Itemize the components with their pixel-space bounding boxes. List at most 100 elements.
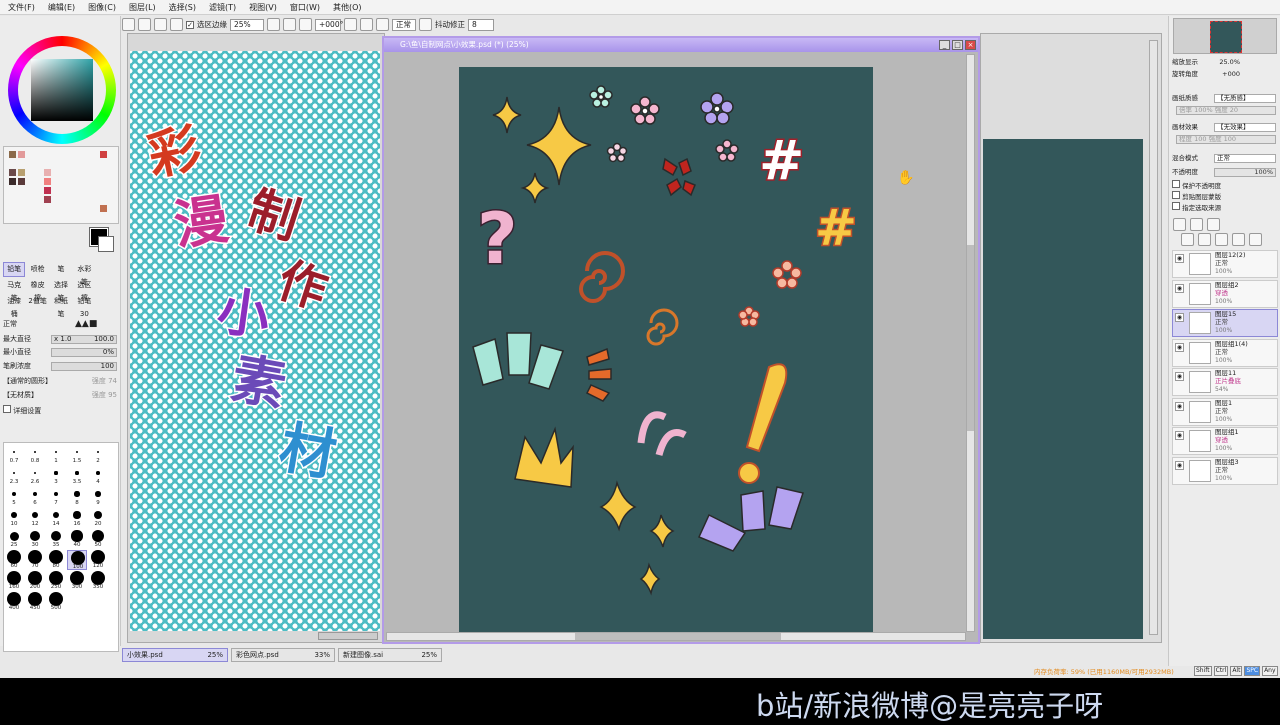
protect-opacity-checkbox[interactable]: [1172, 180, 1180, 188]
density-slider[interactable]: 100: [51, 362, 117, 371]
brush-size-8[interactable]: 8: [67, 487, 87, 507]
horizontal-scrollbar-main[interactable]: [386, 632, 966, 641]
brush-size-120[interactable]: 120: [88, 550, 108, 570]
menu-item-6[interactable]: 视图(V): [249, 2, 277, 13]
brush-tool-5[interactable]: 马克笔: [3, 278, 25, 302]
layer-opacity-slider[interactable]: 100%: [1214, 168, 1276, 177]
eye-icon[interactable]: ◉: [1175, 372, 1184, 381]
clipping-mask-checkbox[interactable]: [1172, 191, 1180, 199]
document-window-color-dots[interactable]: 彩 漫 制 作 小 素 材: [127, 33, 385, 643]
brush-size-70[interactable]: 70: [25, 550, 45, 570]
menu-item-4[interactable]: 选择(S): [169, 2, 196, 13]
brush-size-12[interactable]: 12: [25, 508, 45, 528]
vertical-scrollbar-main[interactable]: [966, 54, 975, 632]
navigator-zoom-value[interactable]: 25.0%: [1214, 57, 1240, 68]
brush-size-10[interactable]: 10: [4, 508, 24, 528]
eye-icon[interactable]: ◉: [1175, 254, 1184, 263]
brush-size-40[interactable]: 40: [67, 529, 87, 549]
min-diameter-slider[interactable]: 0%: [51, 348, 117, 357]
document-window-background[interactable]: [980, 33, 1162, 643]
flip-button[interactable]: [419, 18, 432, 31]
details-checkbox[interactable]: [3, 405, 11, 413]
selection-source-checkbox[interactable]: [1172, 202, 1180, 210]
layer-row[interactable]: ◉ 图层12(2) 正常 100%: [1172, 250, 1278, 278]
eye-icon[interactable]: ◉: [1175, 283, 1184, 293]
blend-mode-select[interactable]: 正常: [392, 18, 416, 31]
document-tab[interactable]: 小效果.psd 25%: [122, 648, 228, 662]
background-color[interactable]: [98, 236, 114, 252]
color-wheel[interactable]: [8, 36, 116, 144]
document-tab[interactable]: 新建图像.sai 25%: [338, 648, 442, 662]
layer-mask-button[interactable]: [1249, 233, 1262, 246]
brush-tool-13[interactable]: 铅笔30: [73, 294, 95, 318]
max-diameter-slider[interactable]: x 1.0 100.0: [51, 335, 117, 344]
merge-down-button[interactable]: [1198, 233, 1211, 246]
brush-tool-1[interactable]: 喷枪: [26, 262, 48, 277]
brush-size-9[interactable]: 9: [88, 487, 108, 507]
brush-size-6[interactable]: 6: [25, 487, 45, 507]
swatch-palette[interactable]: [3, 146, 119, 224]
brush-tool-8[interactable]: 选区擦: [73, 278, 95, 302]
brush-shape-select[interactable]: 【通常的圆形】: [3, 377, 52, 385]
delete-layer-icon[interactable]: [1232, 233, 1245, 246]
brush-size-2[interactable]: 2: [88, 445, 108, 465]
brush-tool-4[interactable]: [97, 262, 119, 277]
brush-texture-select[interactable]: 【无材质】: [3, 391, 38, 399]
brush-size-400[interactable]: 400: [4, 592, 24, 612]
details-row[interactable]: 详细设置: [3, 405, 119, 416]
brush-tool-6[interactable]: 橡皮擦: [26, 278, 48, 302]
layer-row[interactable]: ◉ 图层15 正常 100%: [1172, 309, 1278, 337]
brush-size-3.5[interactable]: 3.5: [67, 466, 87, 486]
layer-row[interactable]: ◉ 图层组1 穿透 100%: [1172, 427, 1278, 455]
close-button[interactable]: ×: [965, 40, 976, 50]
brush-size-0.8[interactable]: 0.8: [25, 445, 45, 465]
brush-size-300[interactable]: 300: [67, 571, 87, 591]
brush-size-3[interactable]: 3: [46, 466, 66, 486]
paper-texture-select[interactable]: 【无质感】: [1214, 94, 1276, 103]
brush-size-2.6[interactable]: 2.6: [25, 466, 45, 486]
brush-texture-row[interactable]: 【无材质】 强度 95: [3, 390, 119, 401]
navigator-rotate-value[interactable]: +000: [1214, 69, 1240, 80]
brush-size-14[interactable]: 14: [46, 508, 66, 528]
layer-row[interactable]: ◉ 图层11 正片叠底 54%: [1172, 368, 1278, 396]
brush-mode-row[interactable]: 正常 ▲▲■: [3, 319, 119, 330]
brush-mode[interactable]: 正常: [3, 320, 17, 328]
zoom-field[interactable]: 25%: [230, 18, 264, 31]
brush-size-35[interactable]: 35: [46, 529, 66, 549]
brush-size-450[interactable]: 450: [25, 592, 45, 612]
menu-item-3[interactable]: 图层(L): [129, 2, 156, 13]
brush-size-100[interactable]: 100: [67, 550, 87, 570]
navigator-thumbnail[interactable]: [1173, 18, 1277, 54]
brush-tool-11[interactable]: 2值笔: [26, 294, 48, 309]
minimize-button[interactable]: _: [939, 40, 950, 50]
new-linework-layer-button[interactable]: [1190, 218, 1203, 231]
brush-tool-10[interactable]: 油漆桶: [3, 294, 25, 318]
horizontal-scroll-thumb[interactable]: [575, 633, 781, 640]
brush-tool-9[interactable]: [97, 278, 119, 293]
layer-row[interactable]: ◉ 图层组3 正常 100%: [1172, 456, 1278, 485]
brush-size-16[interactable]: 16: [67, 508, 87, 528]
vertical-scrollbar-bg-doc[interactable]: [1149, 40, 1158, 635]
brush-shape-row[interactable]: 【通常的圆形】 强度 74: [3, 376, 119, 387]
brush-size-500[interactable]: 500: [46, 592, 66, 612]
layer-blend-select[interactable]: 正常: [1214, 154, 1276, 163]
brush-size-60[interactable]: 60: [4, 550, 24, 570]
brush-tool-2[interactable]: 笔: [50, 262, 72, 277]
brush-size-4[interactable]: 4: [88, 466, 108, 486]
brush-size-350[interactable]: 350: [88, 571, 108, 591]
brush-size-0.7[interactable]: 0.7: [4, 445, 24, 465]
redo-button[interactable]: [138, 18, 151, 31]
canvas-color-dots[interactable]: 彩 漫 制 作 小 素 材: [130, 51, 380, 631]
eye-icon[interactable]: ◉: [1175, 313, 1184, 322]
invert-selection-button[interactable]: [170, 18, 183, 31]
zoom-reset-button[interactable]: [299, 18, 312, 31]
brush-size-160[interactable]: 160: [4, 571, 24, 591]
menu-item-0[interactable]: 文件(F): [8, 2, 35, 13]
eye-icon[interactable]: ◉: [1175, 342, 1184, 352]
document-tab[interactable]: 彩色网点.psd 33%: [231, 648, 335, 662]
clear-layer-button[interactable]: [1215, 233, 1228, 246]
vertical-scroll-thumb[interactable]: [967, 245, 974, 431]
new-folder-button[interactable]: [1207, 218, 1220, 231]
brush-shape-icons[interactable]: ▲▲■: [75, 319, 97, 330]
brush-size-80[interactable]: 80: [46, 550, 66, 570]
